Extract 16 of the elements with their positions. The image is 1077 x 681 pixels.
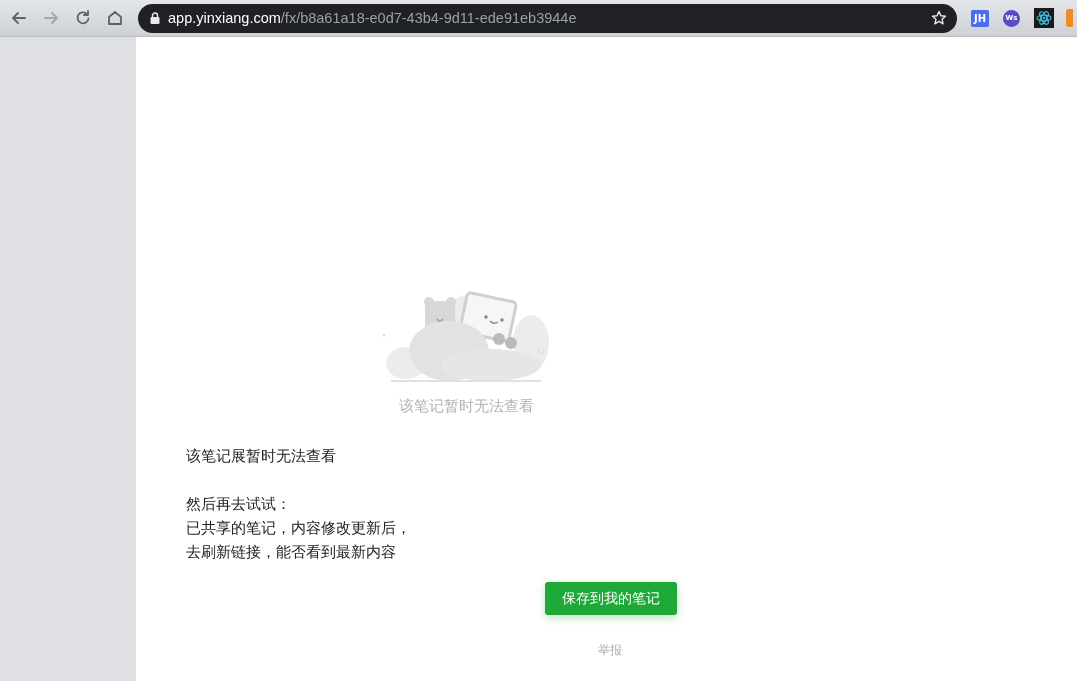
star-icon[interactable] bbox=[931, 10, 947, 26]
message-line: 去刷新链接，能否看到最新内容 bbox=[186, 542, 397, 563]
back-icon[interactable] bbox=[10, 9, 28, 27]
extension-icon[interactable]: JH bbox=[971, 9, 989, 27]
reload-icon[interactable] bbox=[74, 9, 92, 27]
message-line: 已共享的笔记，内容修改更新后， bbox=[186, 518, 412, 539]
save-to-notes-button[interactable]: 保存到我的笔记 bbox=[545, 582, 677, 615]
home-icon[interactable] bbox=[106, 9, 124, 27]
lock-icon bbox=[150, 12, 160, 24]
address-bar[interactable]: app.yinxiang.com/fx/b8a61a18-e0d7-43b4-9d11-ede91eb3944e bbox=[138, 3, 957, 33]
empty-state-caption: 该笔记暂时无法查看 bbox=[398, 397, 534, 416]
atom-icon[interactable] bbox=[1034, 8, 1054, 28]
message-line: 然后再去试试： bbox=[186, 494, 292, 515]
message-title: 该笔记展暂时无法查看 bbox=[186, 446, 337, 467]
url-text: app.yinxiang.com/fx/b8a61a18-e0d7-43b4-9d11-ede91eb3944e bbox=[168, 10, 578, 26]
report-link[interactable]: 举报 bbox=[598, 643, 622, 658]
